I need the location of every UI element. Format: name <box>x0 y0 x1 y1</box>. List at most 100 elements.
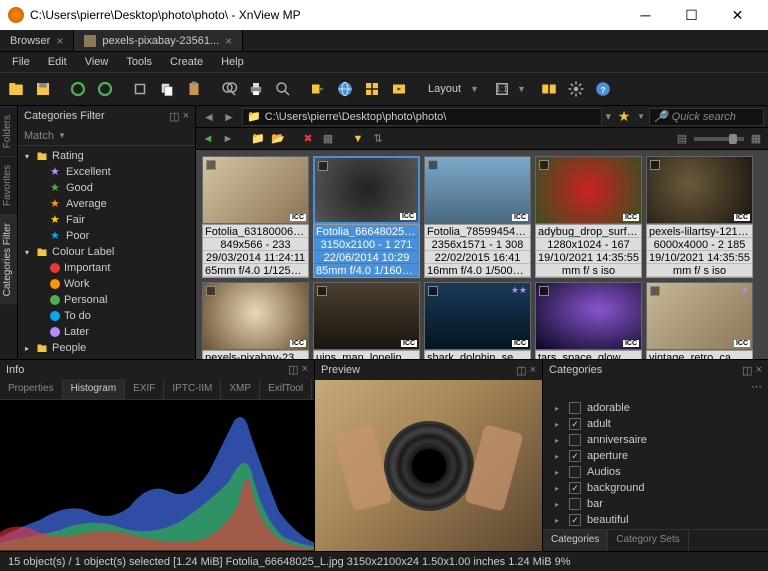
checkbox[interactable] <box>650 160 660 170</box>
slideshow-icon[interactable] <box>387 77 411 101</box>
more-icon[interactable]: ⋯ <box>751 380 762 393</box>
chevron-down-icon[interactable]: ▼ <box>58 131 66 140</box>
thumbnail-image[interactable]: ICC <box>202 282 309 350</box>
checkbox[interactable]: ✓ <box>569 450 581 462</box>
thumbnail-image[interactable]: ICC <box>535 282 642 350</box>
checkbox[interactable] <box>569 498 581 510</box>
expander-icon[interactable]: ▸ <box>555 468 563 477</box>
expander-icon[interactable]: ▸ <box>555 516 563 525</box>
select-all-icon[interactable]: ▦ <box>320 131 336 147</box>
tree-node[interactable]: To do <box>18 308 195 324</box>
thumbnail-image[interactable]: ★ICC <box>646 282 753 350</box>
help-icon[interactable]: ? <box>591 77 615 101</box>
back-arrow-icon[interactable]: ◄ <box>200 131 216 147</box>
menu-file[interactable]: File <box>4 54 38 70</box>
expander-icon[interactable]: ▸ <box>555 484 563 493</box>
tree-node[interactable]: Later <box>18 324 195 340</box>
category-item[interactable]: ▸✓aperture <box>547 448 764 464</box>
checkbox[interactable] <box>206 160 216 170</box>
checkbox[interactable] <box>569 466 581 478</box>
thumbnail-cell[interactable]: ICC Fotolia_66648025_L.jpg 3150x2100 - 1… <box>313 156 420 278</box>
tree-node[interactable]: Important <box>18 260 195 276</box>
info-tab-iptc-iim[interactable]: IPTC-IIM <box>164 379 221 399</box>
zoom-icon[interactable] <box>271 77 295 101</box>
tree-node[interactable]: ▾Colour Label <box>18 244 195 260</box>
undock-icon[interactable]: ◫ <box>742 364 752 377</box>
thumbnail-size-slider[interactable] <box>694 137 744 141</box>
folder-up-icon[interactable]: 📁 <box>250 131 266 147</box>
thumbnail-image[interactable]: ICC <box>646 156 753 224</box>
undock-icon[interactable]: ◫ <box>169 110 179 123</box>
open-file-icon[interactable] <box>4 77 28 101</box>
info-tab-properties[interactable]: Properties <box>0 379 63 399</box>
chevron-down-icon[interactable]: ▼ <box>517 84 526 94</box>
thumbnail-cell[interactable]: ICC adybug_drop_surface_1062... 1280x102… <box>535 156 642 278</box>
tab-browser[interactable]: Browser × <box>0 30 74 51</box>
new-folder-icon[interactable]: 📂 <box>270 131 286 147</box>
save-icon[interactable] <box>31 77 55 101</box>
checkbox[interactable] <box>650 286 660 296</box>
menu-help[interactable]: Help <box>213 54 252 70</box>
close-button[interactable]: ✕ <box>715 0 760 30</box>
info-tab-exif[interactable]: EXIF <box>125 379 164 399</box>
quick-search-input[interactable]: 🔎 Quick search <box>649 108 764 126</box>
expander-icon[interactable]: ▸ <box>22 344 32 353</box>
expander-icon[interactable]: ▸ <box>555 404 563 413</box>
tree-node[interactable]: ★Average <box>18 196 195 212</box>
forward-arrow-icon[interactable]: ► <box>220 131 236 147</box>
thumbnail-cell[interactable]: ★ICC vintage_retro_camera_1265... 3840x2… <box>646 282 753 359</box>
print-icon[interactable] <box>244 77 268 101</box>
tab-image[interactable]: pexels-pixabay-23561... × <box>74 30 243 51</box>
category-item[interactable]: ▸✓background <box>547 480 764 496</box>
close-icon[interactable]: × <box>183 110 189 123</box>
minimize-button[interactable]: ─ <box>623 0 668 30</box>
checkbox[interactable]: ✓ <box>569 418 581 430</box>
tree-node[interactable]: ▾Rating <box>18 148 195 164</box>
tree-node[interactable]: ▸People <box>18 340 195 356</box>
expander-icon[interactable]: ▾ <box>22 152 32 161</box>
thumbnail-image[interactable]: ICC <box>535 156 642 224</box>
subtab-category-sets[interactable]: Category Sets <box>608 530 688 551</box>
menu-edit[interactable]: Edit <box>40 54 75 70</box>
delete-icon[interactable]: ✖ <box>300 131 316 147</box>
checkbox[interactable]: ✓ <box>569 482 581 494</box>
sort-icon[interactable]: ⇅ <box>370 131 386 147</box>
thumbnail-image[interactable]: ICC <box>424 156 531 224</box>
chevron-down-icon[interactable]: ▼ <box>637 112 645 121</box>
close-icon[interactable]: × <box>56 34 63 48</box>
thumbnail-cell[interactable]: ICC tars_space_glow_planet_99... 1920x10… <box>535 282 642 359</box>
category-item[interactable]: ▸✓beautiful <box>547 512 764 528</box>
chevron-down-icon[interactable]: ▼ <box>470 84 479 94</box>
tree-node[interactable]: Work <box>18 276 195 292</box>
checkbox[interactable] <box>569 434 581 446</box>
info-tab-histogram[interactable]: Histogram <box>63 379 126 399</box>
sidetab-folders[interactable]: Folders <box>0 106 17 156</box>
info-tab-exiftool[interactable]: ExifTool <box>260 379 312 399</box>
thumbnail-cell[interactable]: ICC uins_man_loneliness_12427... 3840x24… <box>313 282 420 359</box>
thumbnail-image[interactable]: ICC <box>313 282 420 350</box>
close-icon[interactable]: × <box>302 363 308 376</box>
refresh-icon[interactable] <box>66 77 90 101</box>
maximize-button[interactable]: ☐ <box>669 0 714 30</box>
expander-icon[interactable]: ▸ <box>555 452 563 461</box>
checkbox[interactable] <box>539 286 549 296</box>
menu-create[interactable]: Create <box>162 54 211 70</box>
compare-icon[interactable] <box>537 77 561 101</box>
category-item[interactable]: ▸Audios <box>547 464 764 480</box>
filter-icon[interactable]: ▼ <box>350 131 366 147</box>
nav-forward-icon[interactable]: ► <box>220 108 238 126</box>
menu-tools[interactable]: Tools <box>118 54 160 70</box>
fit-icon[interactable]: 1:1 <box>490 77 514 101</box>
expander-icon[interactable]: ▸ <box>555 420 563 429</box>
undock-icon[interactable]: ◫ <box>288 363 298 376</box>
close-icon[interactable]: × <box>756 364 762 377</box>
convert-icon[interactable] <box>306 77 330 101</box>
tree-node[interactable]: ★Excellent <box>18 164 195 180</box>
checkbox[interactable] <box>317 286 327 296</box>
thumbnail-image[interactable]: ★★ICC <box>424 282 531 350</box>
favorite-star-icon[interactable]: ★ <box>615 108 633 125</box>
expander-icon[interactable]: ▾ <box>22 248 32 257</box>
layout-label[interactable]: Layout <box>422 83 467 95</box>
checkbox[interactable] <box>539 160 549 170</box>
checkbox[interactable]: ✓ <box>569 514 581 526</box>
